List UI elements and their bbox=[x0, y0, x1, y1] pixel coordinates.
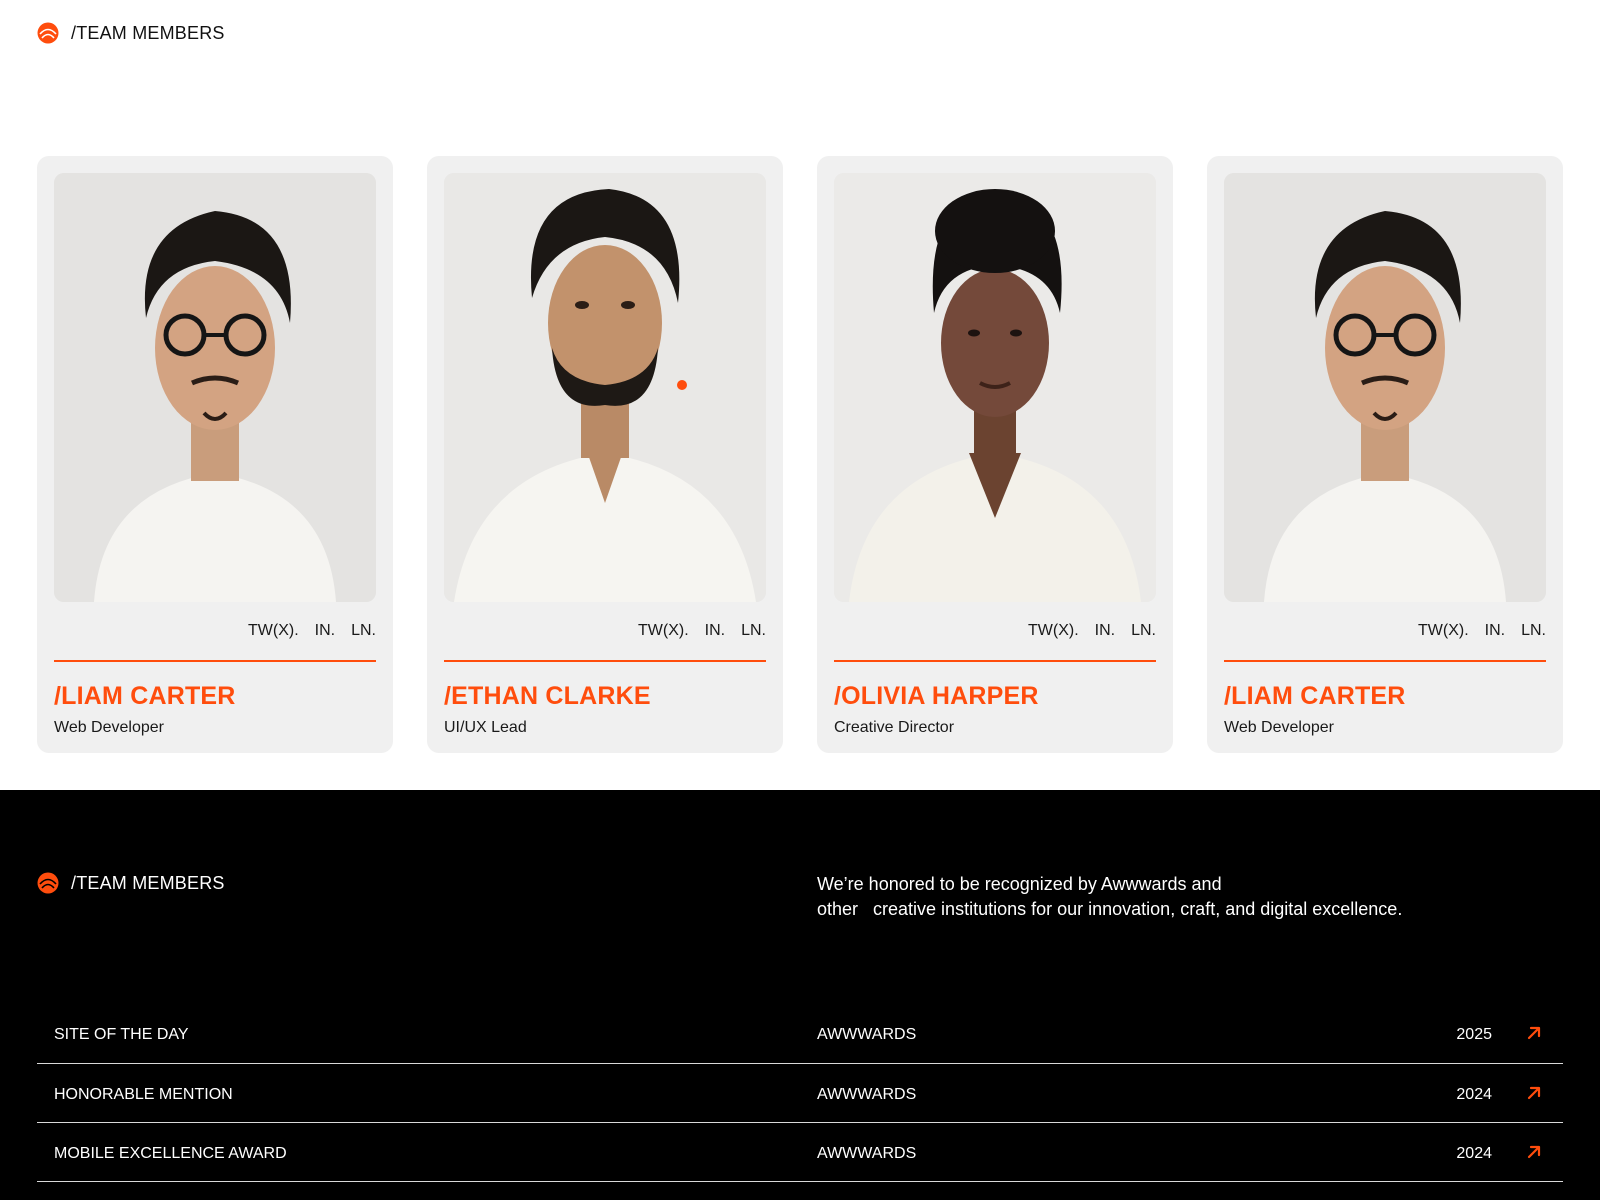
team-photo bbox=[1224, 173, 1546, 602]
team-photo bbox=[54, 173, 376, 602]
arrow-up-right-icon[interactable] bbox=[1525, 1024, 1543, 1042]
hover-dot bbox=[677, 380, 687, 390]
award-org: AWWWARDS bbox=[817, 1026, 917, 1043]
instagram-link[interactable]: IN. bbox=[1485, 622, 1505, 642]
member-name: /ETHAN CLARKE bbox=[444, 681, 651, 710]
section-title: /TEAM MEMBERS bbox=[71, 22, 225, 43]
twitter-link[interactable]: TW(X). bbox=[638, 622, 689, 642]
linkedin-link[interactable]: LN. bbox=[1131, 622, 1156, 642]
award-row[interactable]: HONORABLE MENTION AWWWARDS 2024 bbox=[37, 1064, 1563, 1123]
team-card[interactable]: TW(X). IN. LN. /OLIVIA HARPER Creative D… bbox=[817, 156, 1173, 753]
member-role: Web Developer bbox=[54, 718, 164, 736]
arrow-up-right-icon[interactable] bbox=[1525, 1143, 1543, 1161]
honor-line-2: other creative institutions for our inno… bbox=[817, 899, 1403, 919]
award-org: AWWWARDS bbox=[817, 1145, 917, 1162]
member-role: UI/UX Lead bbox=[444, 718, 527, 736]
brand-logo-icon bbox=[37, 872, 59, 894]
team-card[interactable]: TW(X). IN. LN. /LIAM CARTER Web Develope… bbox=[1207, 156, 1563, 753]
member-role: Creative Director bbox=[834, 718, 955, 736]
instagram-link[interactable]: IN. bbox=[315, 622, 335, 642]
team-cards: TW(X). IN. LN. /LIAM CARTER Web Develope… bbox=[37, 156, 1563, 753]
team-photo bbox=[444, 173, 766, 602]
award-year: 2025 bbox=[1456, 1026, 1492, 1043]
award-title: MOBILE EXCELLENCE AWARD bbox=[54, 1145, 287, 1162]
award-row[interactable]: MOBILE EXCELLENCE AWARD AWWWARDS 2024 bbox=[37, 1123, 1563, 1182]
header-logo[interactable]: /TEAM MEMBERS bbox=[37, 22, 225, 44]
social-links: TW(X). IN. LN. bbox=[444, 622, 766, 642]
woman-portrait bbox=[834, 173, 1156, 602]
honor-text: We’re honored to be recognized by Awwwar… bbox=[817, 872, 1457, 922]
footer-section-title: /TEAM MEMBERS bbox=[71, 872, 225, 893]
awards-list: SITE OF THE DAY AWWWARDS 2025 HONORABLE … bbox=[37, 1004, 1563, 1182]
award-title: SITE OF THE DAY bbox=[54, 1026, 189, 1043]
brand-logo-icon bbox=[37, 22, 59, 44]
instagram-link[interactable]: IN. bbox=[705, 622, 725, 642]
member-role: Web Developer bbox=[1224, 718, 1334, 736]
twitter-link[interactable]: TW(X). bbox=[248, 622, 299, 642]
award-row[interactable]: SITE OF THE DAY AWWWARDS 2025 bbox=[37, 1004, 1563, 1064]
member-name: /LIAM CARTER bbox=[54, 681, 236, 710]
honor-line-1: We’re honored to be recognized by Awwwar… bbox=[817, 874, 1222, 894]
member-name: /LIAM CARTER bbox=[1224, 681, 1406, 710]
social-links: TW(X). IN. LN. bbox=[54, 622, 376, 642]
award-title: HONORABLE MENTION bbox=[54, 1086, 233, 1103]
man-glasses-portrait bbox=[1224, 173, 1546, 602]
arrow-up-right-icon[interactable] bbox=[1525, 1084, 1543, 1102]
twitter-link[interactable]: TW(X). bbox=[1418, 622, 1469, 642]
social-links: TW(X). IN. LN. bbox=[834, 622, 1156, 642]
card-divider bbox=[54, 660, 376, 662]
man-beard-portrait bbox=[444, 173, 766, 602]
member-name: /OLIVIA HARPER bbox=[834, 681, 1039, 710]
social-links: TW(X). IN. LN. bbox=[1224, 622, 1546, 642]
linkedin-link[interactable]: LN. bbox=[1521, 622, 1546, 642]
linkedin-link[interactable]: LN. bbox=[351, 622, 376, 642]
instagram-link[interactable]: IN. bbox=[1095, 622, 1115, 642]
man-glasses-portrait bbox=[54, 173, 376, 602]
award-org: AWWWARDS bbox=[817, 1086, 917, 1103]
award-year: 2024 bbox=[1456, 1086, 1492, 1103]
card-divider bbox=[444, 660, 766, 662]
linkedin-link[interactable]: LN. bbox=[741, 622, 766, 642]
team-photo bbox=[834, 173, 1156, 602]
team-card[interactable]: TW(X). IN. LN. /ETHAN CLARKE UI/UX Lead bbox=[427, 156, 783, 753]
twitter-link[interactable]: TW(X). bbox=[1028, 622, 1079, 642]
card-divider bbox=[1224, 660, 1546, 662]
team-card[interactable]: TW(X). IN. LN. /LIAM CARTER Web Develope… bbox=[37, 156, 393, 753]
award-year: 2024 bbox=[1456, 1145, 1492, 1162]
footer-logo[interactable]: /TEAM MEMBERS bbox=[37, 872, 225, 894]
card-divider bbox=[834, 660, 1156, 662]
